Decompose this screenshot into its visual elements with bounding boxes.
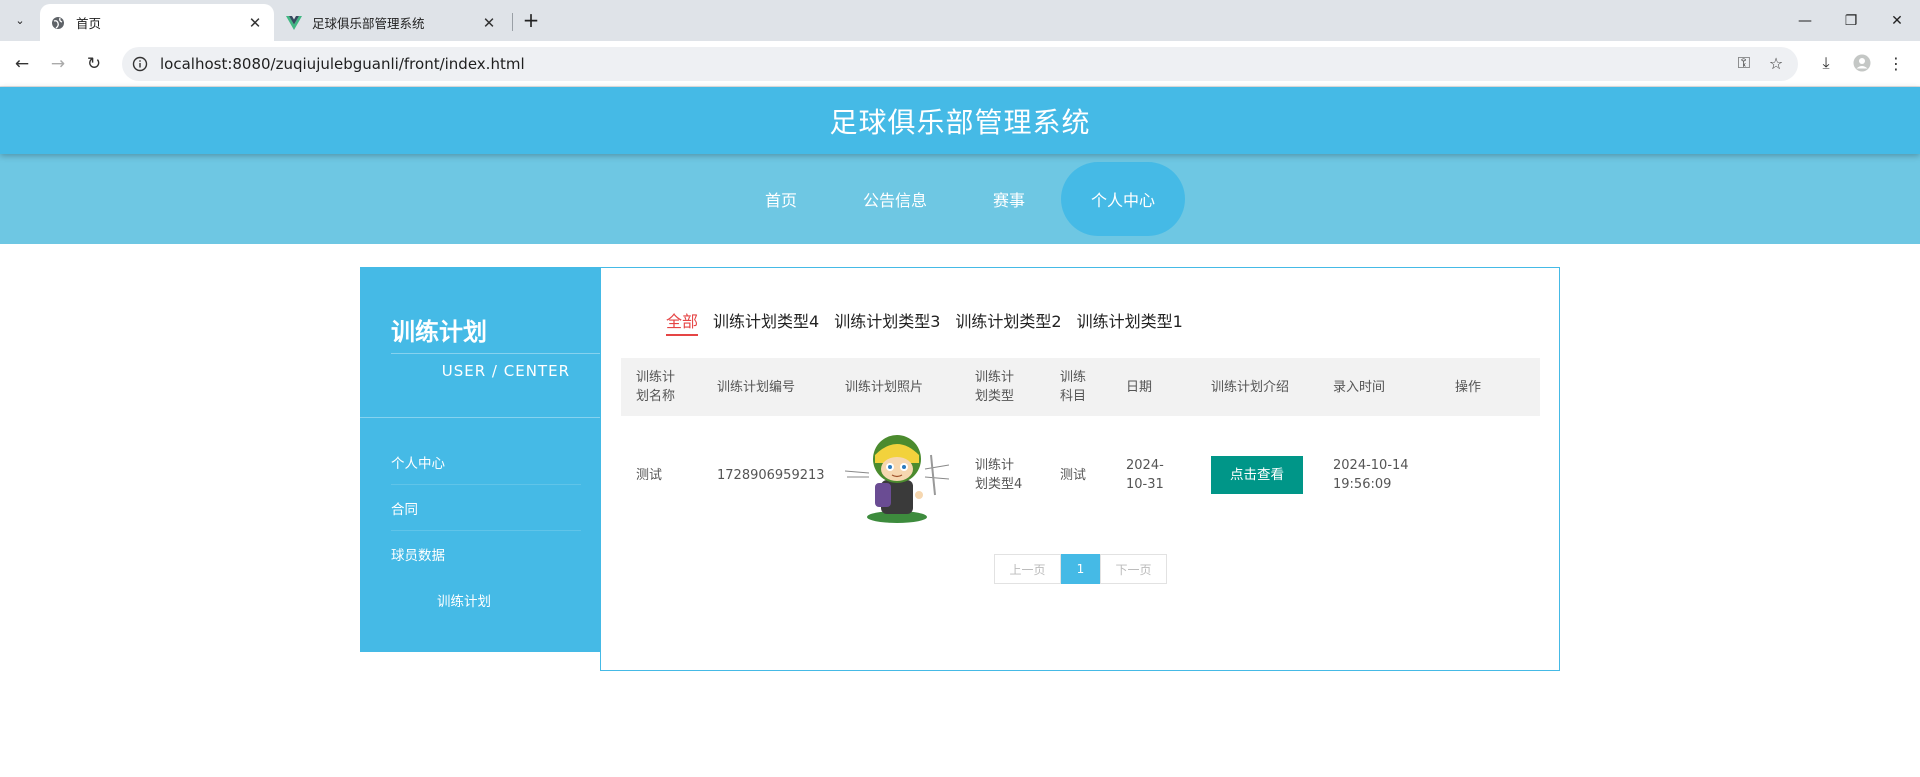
content-panel: 全部 训练计划类型4 训练计划类型3 训练计划类型2 训练计划类型1 训练计划名… [600, 267, 1560, 671]
forward-icon[interactable]: → [43, 49, 73, 79]
cell-type: 训练计划类型4 [975, 458, 1023, 492]
site-title: 足球俱乐部管理系统 [829, 105, 1091, 139]
col-number: 训练计划编号 [717, 379, 796, 395]
tab-search-chevron-icon[interactable]: ⌄ [8, 8, 32, 32]
prev-page-button[interactable]: 上一页 [994, 554, 1061, 584]
reload-icon[interactable]: ↻ [79, 49, 109, 79]
sidebar: 训练计划 USER / CENTER 个人中心 合同 球员数据 训练计划 [360, 267, 600, 652]
download-icon[interactable]: ⤓ [1812, 49, 1840, 77]
nav-home[interactable]: 首页 [735, 162, 827, 236]
vue-logo-icon [286, 15, 302, 31]
nav-announcements[interactable]: 公告信息 [833, 162, 957, 236]
site-info-icon[interactable] [132, 56, 148, 72]
nav-matches[interactable]: 赛事 [963, 162, 1055, 236]
browser-menu-icon[interactable]: ⋮ [1882, 49, 1910, 77]
training-photo[interactable] [845, 416, 955, 534]
sidebar-divider [360, 417, 600, 418]
restore-icon[interactable]: ❐ [1828, 0, 1874, 41]
nav-personal-center[interactable]: 个人中心 [1061, 162, 1186, 236]
main-nav: 首页 公告信息 赛事 个人中心 [0, 154, 1920, 244]
url-text: localhost:8080/zuqiujulebguanli/front/in… [160, 55, 525, 73]
category-type2[interactable]: 训练计划类型2 [955, 308, 1061, 336]
cell-number: 1728906959213 [717, 467, 825, 483]
training-plan-table: 训练计划名称 训练计划编号 训练计划照片 训练计划类型 训练科目 日期 训练计划… [621, 358, 1540, 534]
sidebar-item-player-data[interactable]: 球员数据 [391, 531, 581, 577]
next-page-button[interactable]: 下一页 [1100, 554, 1167, 584]
col-action: 操作 [1455, 379, 1482, 395]
pagination: 上一页 1 下一页 [994, 554, 1167, 584]
col-date: 日期 [1126, 379, 1153, 395]
col-name: 训练计划名称 [636, 370, 676, 404]
globe-icon [50, 15, 66, 31]
cell-date: 2024-10-31 [1126, 458, 1164, 492]
category-type1[interactable]: 训练计划类型1 [1077, 308, 1183, 336]
browser-tab-home[interactable]: 首页 ✕ [40, 4, 274, 41]
window-close-icon[interactable]: ✕ [1874, 0, 1920, 41]
url-field[interactable]: localhost:8080/zuqiujulebguanli/front/in… [122, 47, 1798, 81]
sidebar-item-contract[interactable]: 合同 [391, 485, 581, 531]
cell-subject: 测试 [1060, 467, 1087, 483]
col-intro: 训练计划介绍 [1211, 379, 1290, 395]
tab-separator [512, 13, 513, 31]
category-filter: 全部 训练计划类型4 训练计划类型3 训练计划类型2 训练计划类型1 [666, 308, 1198, 336]
category-type3[interactable]: 训练计划类型3 [834, 308, 940, 336]
table-header: 训练计划名称 训练计划编号 训练计划照片 训练计划类型 训练科目 日期 训练计划… [621, 358, 1540, 416]
back-icon[interactable]: ← [7, 49, 37, 79]
sidebar-title: 训练计划 [391, 318, 487, 346]
browser-tab-system[interactable]: 足球俱乐部管理系统 ✕ [276, 4, 508, 41]
new-tab-icon[interactable]: + [519, 8, 543, 32]
password-key-icon[interactable]: ⚿ [1730, 49, 1758, 77]
browser-tab-bar: ⌄ 首页 ✕ 足球俱乐部管理系统 ✕ + — ❐ ✕ [0, 0, 1920, 41]
page-number-button[interactable]: 1 [1061, 554, 1100, 584]
cell-name: 测试 [636, 467, 663, 483]
cell-action [1455, 416, 1505, 534]
cell-intro: 点击查看 [1211, 416, 1311, 534]
close-tab-icon[interactable]: ✕ [480, 14, 498, 32]
category-all[interactable]: 全部 [666, 308, 699, 336]
tab-title: 足球俱乐部管理系统 [312, 16, 425, 31]
sidebar-item-training-plan[interactable]: 训练计划 [437, 577, 627, 623]
tab-title: 首页 [76, 16, 102, 31]
site-header: 足球俱乐部管理系统 [0, 87, 1920, 154]
col-type: 训练计划类型 [975, 370, 1015, 404]
sidebar-subtitle: USER / CENTER [391, 353, 600, 380]
bookmark-star-icon[interactable]: ☆ [1762, 49, 1790, 77]
category-type4[interactable]: 训练计划类型4 [713, 308, 819, 336]
col-subject: 训练科目 [1060, 370, 1087, 404]
close-tab-icon[interactable]: ✕ [246, 14, 264, 32]
col-created: 录入时间 [1333, 379, 1386, 395]
table-row: 测试 1728906959213 训练计划类型4 测试 2024-10-31 点… [621, 416, 1540, 534]
profile-avatar-icon[interactable] [1848, 49, 1876, 77]
sidebar-item-personal-center[interactable]: 个人中心 [391, 439, 581, 485]
address-bar: ← → ↻ localhost:8080/zuqiujulebguanli/fr… [0, 41, 1920, 87]
minimize-icon[interactable]: — [1782, 0, 1828, 41]
cell-created: 2024-10-14 19:56:09 [1333, 458, 1409, 492]
view-intro-button[interactable]: 点击查看 [1211, 456, 1303, 494]
col-photo: 训练计划照片 [845, 379, 924, 395]
